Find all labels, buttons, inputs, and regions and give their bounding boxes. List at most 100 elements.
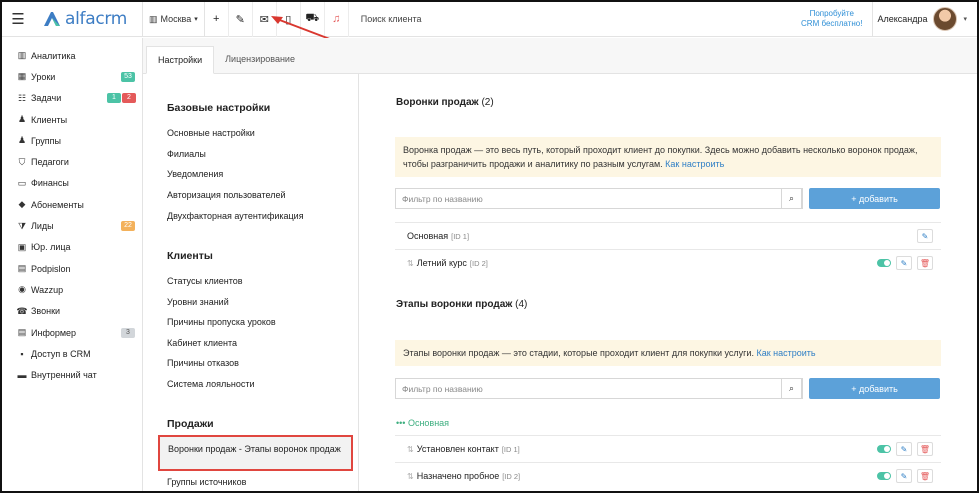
drag-handle-icon[interactable]: ⇅ <box>407 445 414 454</box>
bell-icon: ♫ <box>332 13 341 25</box>
sidebar-item[interactable]: ◉ Wazzup <box>2 279 142 300</box>
promo-link[interactable]: Попробуйте CRM бесплатно! <box>791 9 872 29</box>
chat-icon: ▬ <box>17 370 27 381</box>
informer-icon: ▤ <box>17 327 27 337</box>
phone-button[interactable]: ▯ <box>277 2 301 37</box>
add-funnel-button[interactable]: + добавить <box>809 188 940 209</box>
funnel-row[interactable]: ⇅ Летний курс [ID 2] ✎ 🗑 <box>395 249 941 276</box>
sidebar-item[interactable]: ◆ Абонементы <box>2 194 142 215</box>
edit-button[interactable]: ✎ <box>917 229 933 243</box>
stages-help-link[interactable]: Как настроить <box>756 348 815 358</box>
sidebar-item[interactable]: ♟ Клиенты <box>2 109 142 130</box>
chart-icon: ▥ <box>17 50 27 61</box>
menu-link-2fa[interactable]: Двухфакторная аутентификация <box>167 211 304 221</box>
envelope-icon: ✉ <box>259 13 269 26</box>
drag-handle-icon[interactable]: ⇅ <box>407 259 414 268</box>
sidebar-item[interactable]: ☎ Звонки <box>2 301 142 322</box>
sidebar-item-label: Внутренний чат <box>31 370 97 381</box>
user-menu-chevron-icon[interactable]: ▾ <box>963 15 967 23</box>
menu-link-client-statuses[interactable]: Статусы клиентов <box>167 276 243 286</box>
delete-button[interactable]: 🗑 <box>917 256 933 270</box>
edit-button[interactable]: ✎ <box>896 256 912 270</box>
phone-icon: ▯ <box>285 13 292 26</box>
sidebar-item[interactable]: ▥ Аналитика <box>2 45 142 66</box>
logo[interactable]: alfacrm <box>34 2 142 37</box>
sidebar-item-label: Wazzup <box>31 284 64 295</box>
sidebar-item[interactable]: ☷ Задачи 1 2 <box>2 88 142 109</box>
settings-button[interactable]: ✎ <box>229 2 253 37</box>
count-badge: 1 <box>107 93 121 104</box>
sidebar-item[interactable]: ▪ Доступ в CRM <box>2 343 142 364</box>
active-toggle[interactable] <box>877 259 891 267</box>
whatsapp-icon: ◉ <box>18 284 26 295</box>
menu-link-branches[interactable]: Филиалы <box>167 149 206 159</box>
app-window: ☰ alfacrm ▥ Москва ▾ + ✎ ✉ ▯ ⛟ ♫ Поиск к… <box>0 0 979 493</box>
active-toggle[interactable] <box>877 472 891 480</box>
document-icon: ▤ <box>17 263 27 274</box>
drag-handle-icon[interactable]: ⇅ <box>407 472 414 481</box>
delete-button[interactable]: 🗑 <box>917 469 933 483</box>
sidebar-item[interactable]: ⧩ Лиды 22 <box>2 215 142 236</box>
edit-button[interactable]: ✎ <box>896 442 912 456</box>
cart-button[interactable]: ⛟ <box>301 2 325 37</box>
active-toggle[interactable] <box>877 445 891 453</box>
sidebar-item-label: Доступ в CRM <box>31 348 91 359</box>
menu-link-absence-reasons[interactable]: Причины пропуска уроков <box>167 317 276 327</box>
sidebar-item[interactable]: ▬ Внутренний чат <box>2 364 142 385</box>
funnels-search-button[interactable]: ⌕ <box>781 188 802 209</box>
stage-id: [ID 2] <box>502 471 521 481</box>
user-name[interactable]: Александра <box>873 14 933 24</box>
mail-button[interactable]: ✉ <box>253 2 277 37</box>
notifications-button[interactable]: ♫ <box>325 2 349 37</box>
logo-mark-icon <box>44 12 60 26</box>
funnels-help-link[interactable]: Как настроить <box>665 159 724 169</box>
sidebar-item[interactable]: ▦ Уроки 53 <box>2 66 142 87</box>
city-selector[interactable]: ▥ Москва ▾ <box>143 2 204 37</box>
edit-button[interactable]: ✎ <box>896 469 912 483</box>
sidebar: ▥ Аналитика ▦ Уроки 53 ☷ Задачи 1 2 ♟ Клиенты ♟ Груп… <box>2 38 143 491</box>
search-icon: ⌕ <box>788 383 795 393</box>
menu-icon[interactable]: ☰ <box>2 2 34 37</box>
sidebar-item[interactable]: ▤ Podpislon <box>2 258 142 279</box>
sidebar-item[interactable]: ▣ Юр. лица <box>2 237 142 258</box>
tab-settings[interactable]: Настройки <box>146 46 215 74</box>
sidebar-item[interactable]: ♟ Группы <box>2 130 142 151</box>
avatar[interactable] <box>933 7 958 31</box>
stages-title: Этапы воронки продаж (4) <box>396 299 527 310</box>
trash-icon: 🗑 <box>919 471 931 481</box>
stage-row[interactable]: ⇅ Назначено пробное [ID 2] ✎ 🗑 <box>395 462 941 489</box>
funnels-filter-input[interactable]: Фильтр по названию ⌕ <box>395 188 803 209</box>
plus-button[interactable]: + <box>205 2 229 37</box>
add-stage-button[interactable]: + добавить <box>809 378 940 399</box>
menu-link-knowledge-levels[interactable]: Уровни знаний <box>167 297 229 307</box>
delete-button[interactable]: 🗑 <box>917 442 933 456</box>
sidebar-item[interactable]: ⛉ Педагоги <box>2 151 142 172</box>
lock-icon: ▪ <box>20 348 24 359</box>
menu-link-client-cabinet[interactable]: Кабинет клиента <box>167 338 237 348</box>
row-actions: ✎ 🗑 <box>877 469 933 483</box>
stage-id: [ID 1] <box>501 444 520 454</box>
sidebar-item-label: Юр. лица <box>31 242 71 253</box>
sidebar-item[interactable]: ▤ Информер 3 <box>2 322 142 343</box>
menu-link-refusal-reasons[interactable]: Причины отказов <box>167 358 239 368</box>
menu-link-sales-funnels[interactable]: Воронки продаж - Этапы воронок продаж <box>158 435 353 471</box>
wrench-icon: ✎ <box>235 13 245 26</box>
stage-row[interactable]: ⇅ Установлен контакт [ID 1] ✎ 🗑 <box>395 435 941 462</box>
stage-group-label[interactable]: ••• Основная <box>396 418 449 428</box>
stages-filter-input[interactable]: Фильтр по названию ⌕ <box>395 378 803 399</box>
row-actions: ✎ 🗑 <box>877 442 933 456</box>
funnel-row[interactable]: Основная [ID 1] ✎ <box>395 222 941 249</box>
search-input[interactable]: Поиск клиента <box>349 2 791 37</box>
menu-link-source-groups[interactable]: Группы источников <box>167 477 246 487</box>
sidebar-item[interactable]: ▭ Финансы <box>2 173 142 194</box>
group-icon: ♟ <box>17 135 27 146</box>
menu-link-loyalty[interactable]: Система лояльности <box>167 379 255 389</box>
tab-licensing[interactable]: Лицензирование <box>214 45 306 73</box>
menu-link-user-auth[interactable]: Авторизация пользователей <box>167 190 286 200</box>
stages-search-button[interactable]: ⌕ <box>781 378 802 399</box>
search-icon: ⌕ <box>788 193 795 203</box>
menu-link-main-settings[interactable]: Основные настройки <box>167 128 255 138</box>
menu-link-notifications[interactable]: Уведомления <box>167 169 223 179</box>
pencil-icon: ✎ <box>900 258 908 268</box>
sidebar-item-label: Информер <box>31 327 77 338</box>
